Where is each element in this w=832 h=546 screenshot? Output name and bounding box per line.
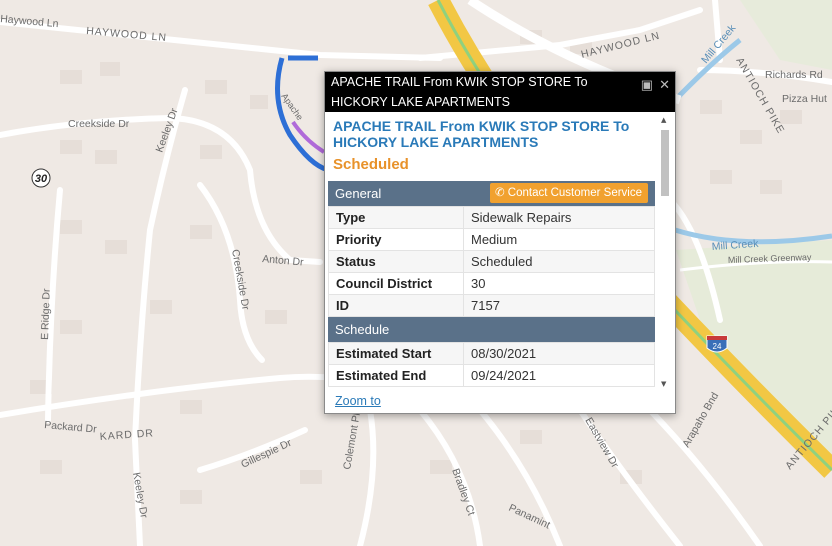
general-properties-table: Type Sidewalk Repairs Priority Medium Stat… [328,206,655,317]
close-icon[interactable]: ✕ [659,75,670,95]
poi-label: Pizza Hut [782,93,827,105]
work-order-popup[interactable]: APACHE TRAIL From KWIK STOP STORE To HIC… [324,71,676,414]
table-row: Estimated Start 08/30/2021 [328,342,655,365]
schedule-properties-table: Estimated Start 08/30/2021 Estimated End 0… [328,342,655,387]
table-row: Priority Medium [328,228,655,251]
table-row: Type Sidewalk Repairs [328,206,655,229]
zoom-to-link[interactable]: Zoom to [335,394,381,408]
property-key: Status [328,250,464,273]
work-order-status: Scheduled [333,156,409,173]
schedule-section-label: Schedule [335,322,390,337]
table-row: ID 7157 [328,294,655,317]
property-key: Priority [328,228,464,251]
contact-button-label: Contact Customer Service [507,187,642,199]
general-section-label: General [335,186,382,201]
table-row: Estimated End 09/24/2021 [328,364,655,387]
general-section-header: General ✆ Contact Customer Service [328,181,655,206]
popup-titlebar: APACHE TRAIL From KWIK STOP STORE To HIC… [325,72,675,112]
interstate-shield-top [707,336,727,340]
scroll-down-icon[interactable]: ▼ [661,380,666,388]
contact-customer-service-button[interactable]: ✆ Contact Customer Service [489,183,648,203]
popup-scrollbar[interactable]: ▲ ▼ [659,116,671,388]
property-value: 09/24/2021 [463,364,655,387]
property-value: 30 [463,272,655,295]
property-key: Estimated End [328,364,464,387]
phone-icon: ✆ [494,187,505,199]
table-row: Status Scheduled [328,250,655,273]
scroll-up-icon[interactable]: ▲ [661,116,666,124]
popup-scroll-area[interactable]: APACHE TRAIL From KWIK STOP STORE To HIC… [325,112,675,392]
road-label: Creekside Dr [68,118,130,130]
state-route-badge-label: 30 [35,173,48,185]
schedule-section-header: Schedule [328,317,655,342]
property-key: Type [328,206,464,229]
property-value: 7157 [463,294,655,317]
popup-content: APACHE TRAIL From KWIK STOP STORE To HIC… [325,112,659,387]
road-label: Richards Rd [765,69,823,81]
property-value: Scheduled [463,250,655,273]
maximize-icon[interactable]: ▣ [641,75,653,95]
scrollbar-thumb[interactable] [661,130,669,196]
property-key: Estimated Start [328,342,464,365]
property-value: 08/30/2021 [463,342,655,365]
interstate-shield-label: 24 [713,342,722,351]
popup-window-title: APACHE TRAIL From KWIK STOP STORE To HIC… [331,75,588,109]
table-row: Council District 30 [328,272,655,295]
property-key: Council District [328,272,464,295]
work-order-heading: APACHE TRAIL From KWIK STOP STORE To HIC… [333,118,630,150]
property-value: Sidewalk Repairs [463,206,655,229]
property-key: ID [328,294,464,317]
property-value: Medium [463,228,655,251]
road-label: E Ridge Dr [39,288,53,340]
